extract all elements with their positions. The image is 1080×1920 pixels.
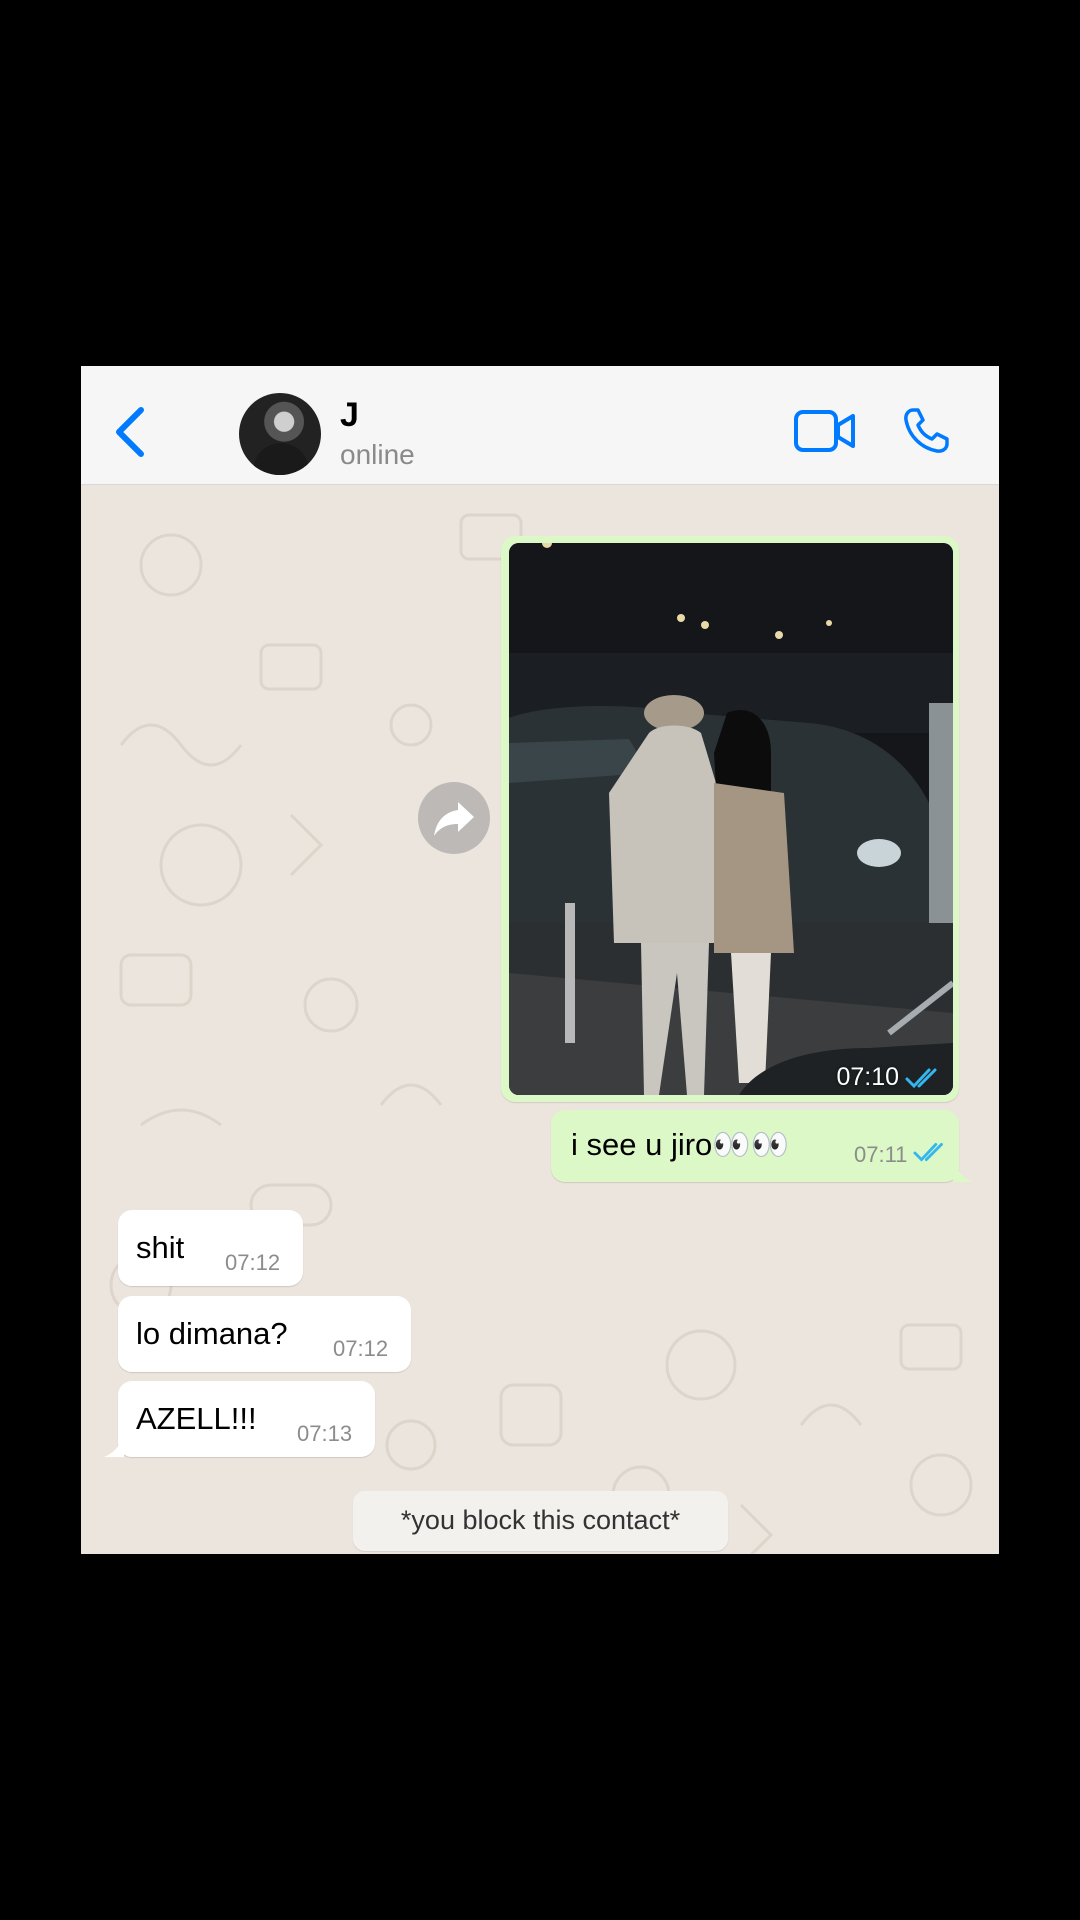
message-time: 07:11 [854,1142,908,1167]
voice-call-button[interactable] [901,406,951,456]
message-text: i see u jiro👀👀 [571,1127,790,1162]
read-receipt-icon [905,1068,937,1089]
message-photo[interactable] [509,543,953,1095]
video-call-button[interactable] [793,408,857,454]
message-time: 07:12 [333,1336,389,1361]
chevron-left-icon [116,407,144,457]
chat-screen: J online 07:10 i see u jiro👀👀 07:11 shit… [81,366,999,1554]
video-camera-icon [794,410,855,452]
incoming-message-bubble[interactable]: lo dimana? 07:12 [118,1296,411,1372]
back-button[interactable] [111,404,151,460]
message-time: 07:13 [297,1421,353,1446]
image-message-bubble[interactable]: 07:10 [501,536,959,1102]
read-receipt-icon [913,1142,943,1162]
message-text: shit [136,1230,185,1265]
system-notice: *you block this contact* [353,1491,728,1551]
message-text: lo dimana? [136,1316,288,1351]
forward-button[interactable] [418,782,490,854]
incoming-message-bubble[interactable]: AZELL!!! 07:13 [104,1381,375,1457]
message-text: AZELL!!! [136,1401,257,1436]
message-time: 07:10 [836,1063,899,1091]
contact-name[interactable]: J [340,396,359,435]
outgoing-message-bubble[interactable]: i see u jiro👀👀 07:11 [551,1110,973,1182]
forward-arrow-icon [434,802,474,836]
bubble-tail [953,1162,973,1182]
system-notice-text: *you block this contact* [400,1505,681,1535]
photo-night-scene [509,543,953,1095]
contact-avatar[interactable] [239,393,321,475]
contact-status: online [340,439,415,470]
phone-icon [904,408,949,453]
chat-header: J online [81,366,999,485]
incoming-message-bubble[interactable]: shit 07:12 [118,1210,303,1286]
bubble-tail [104,1437,124,1457]
message-time: 07:12 [225,1250,281,1275]
